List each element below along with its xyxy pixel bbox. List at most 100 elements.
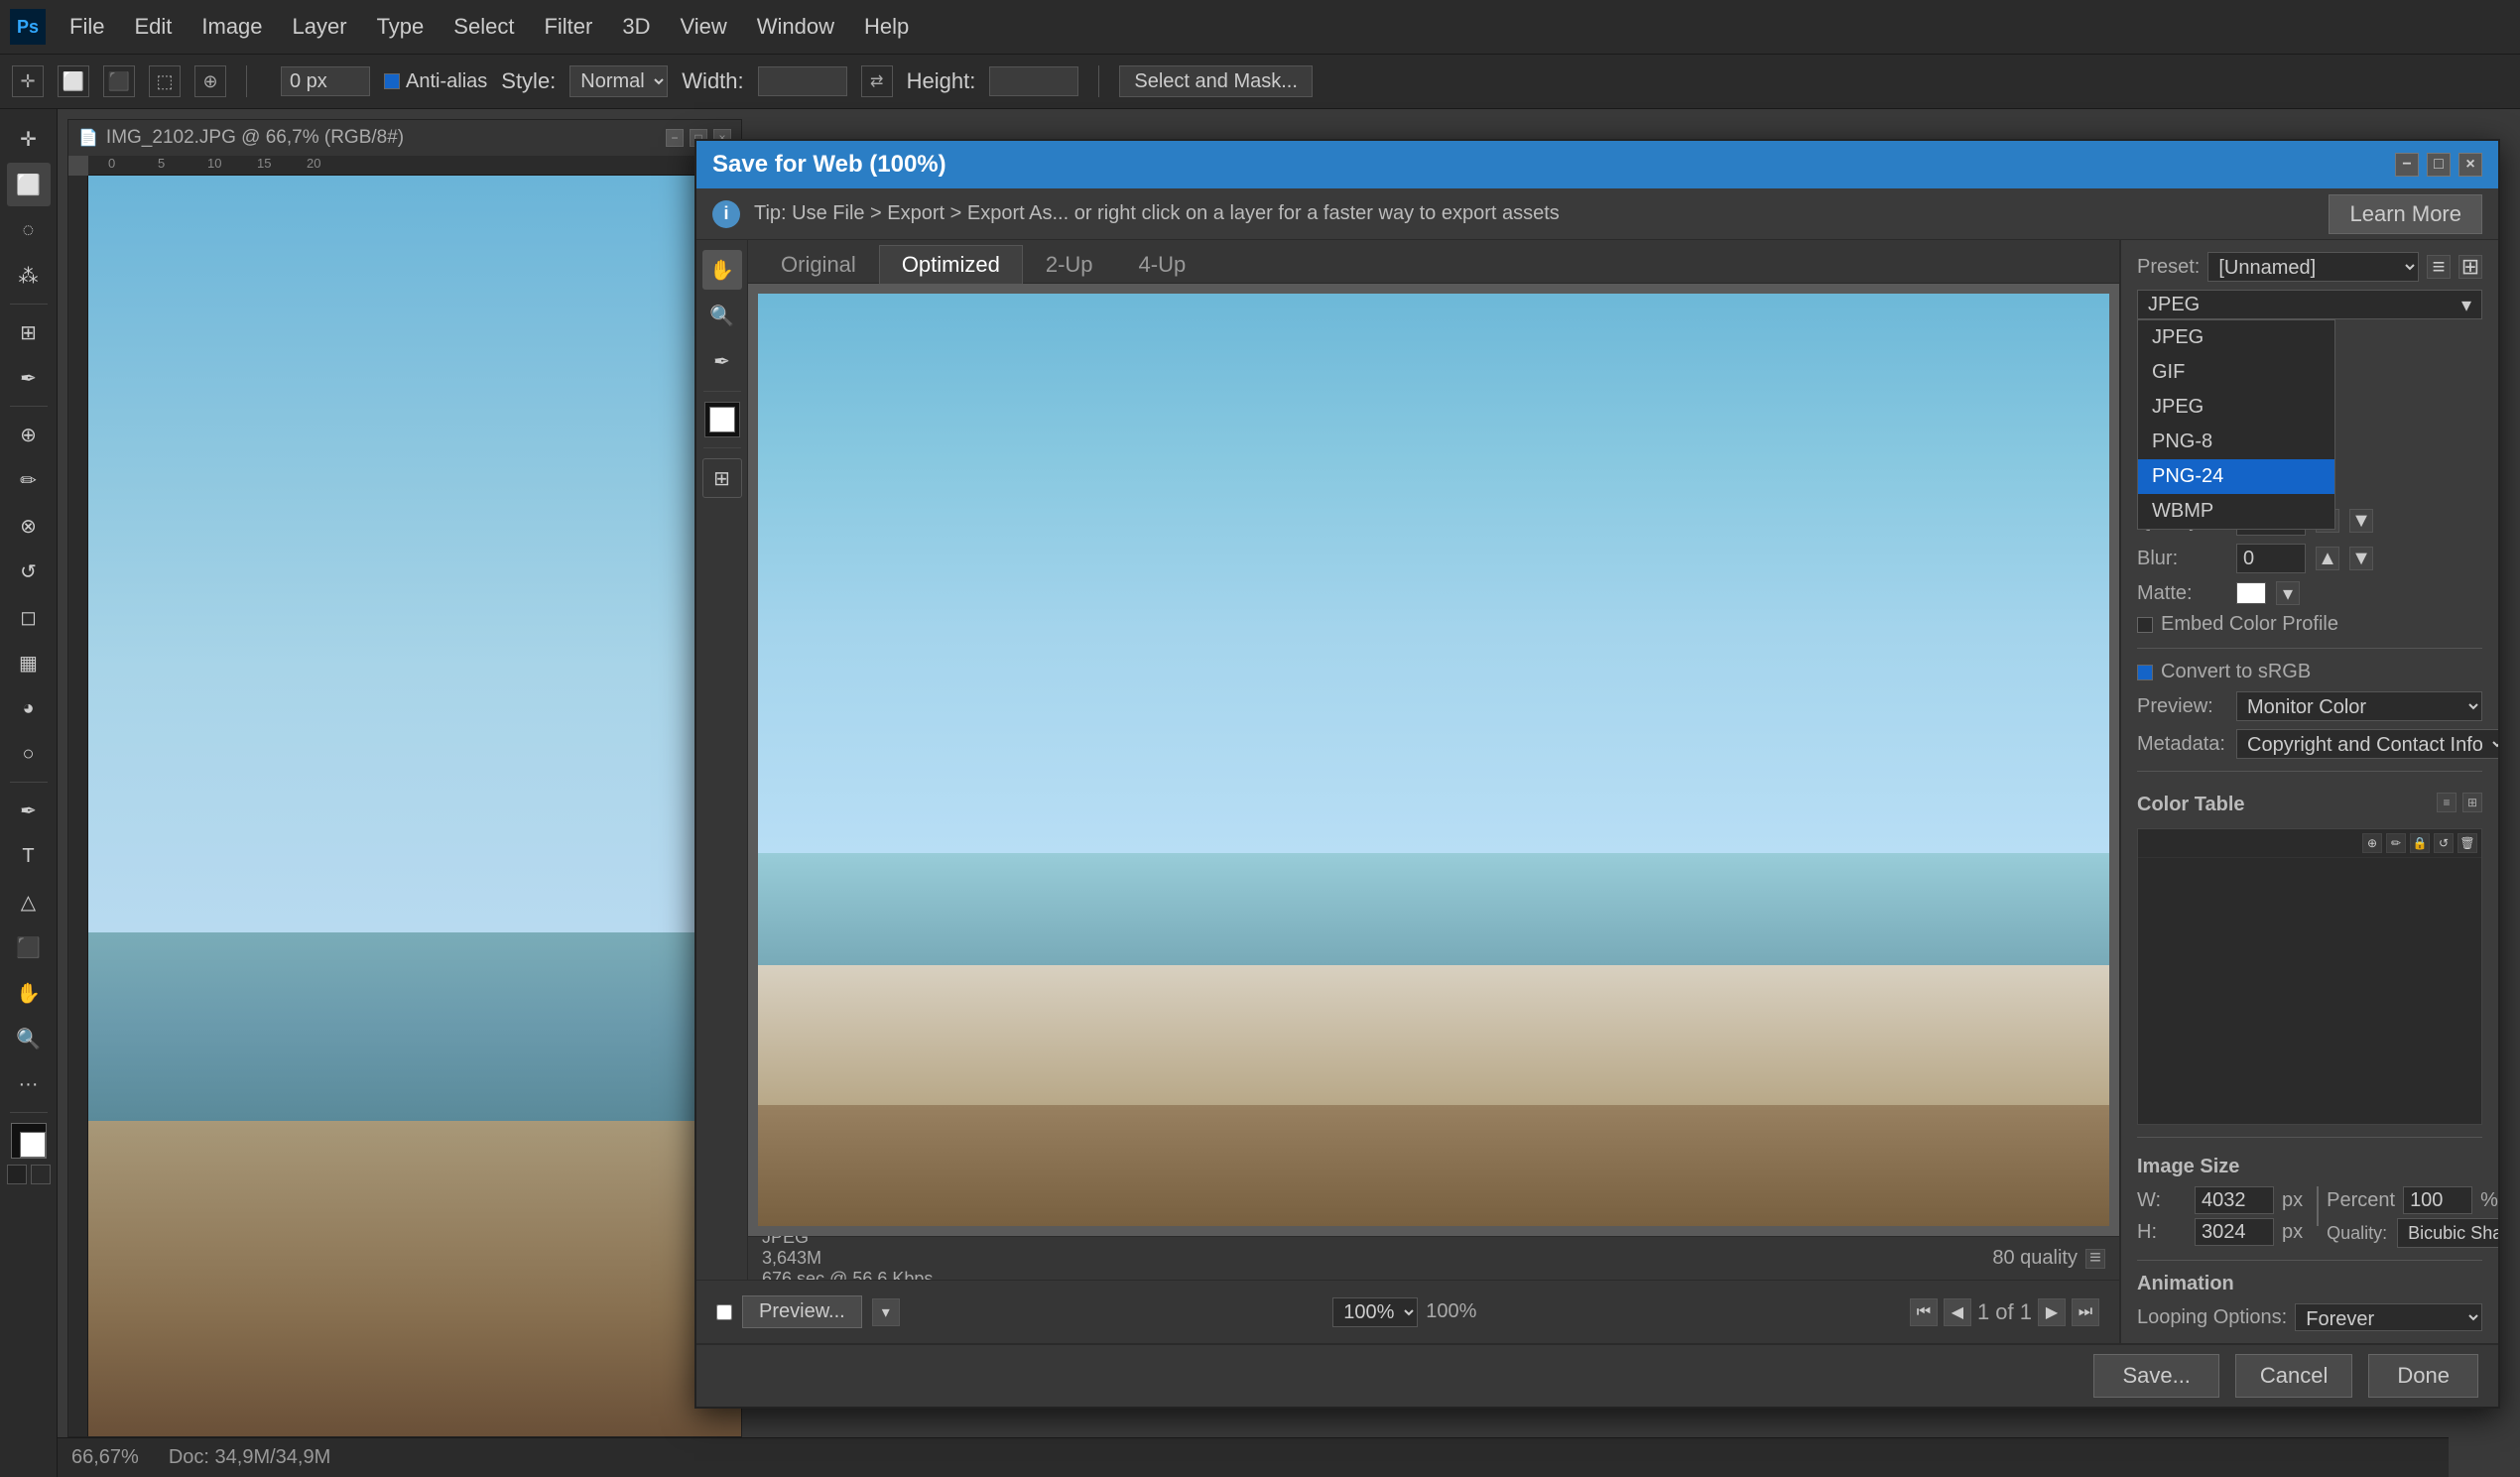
ct-btn4[interactable]: ↺ (2434, 833, 2454, 853)
tool-pen[interactable]: ✒ (7, 789, 51, 832)
format-option-png24[interactable]: PNG-24 (2138, 459, 2334, 494)
info-menu-btn[interactable]: ≡ (2085, 1249, 2105, 1269)
quality-stepper-down[interactable]: ▼ (2349, 509, 2373, 533)
metadata-select[interactable]: Copyright and Contact Info (2236, 729, 2498, 759)
color-table-options-btn[interactable]: ⊞ (2462, 793, 2482, 812)
standard-mode-btn[interactable] (31, 1165, 51, 1184)
embed-profile-checkbox[interactable] (2137, 617, 2153, 633)
tool-marquee[interactable]: ⬜ (7, 163, 51, 206)
height-size-input[interactable] (2195, 1218, 2274, 1246)
prev-page-btn[interactable]: ◀ (1944, 1298, 1971, 1326)
save-button[interactable]: Save... (2093, 1354, 2218, 1398)
menu-window[interactable]: Window (743, 10, 848, 44)
doc-minimize[interactable]: − (666, 129, 684, 147)
tool-gradient[interactable]: ▦ (7, 641, 51, 684)
tool-move[interactable]: ✛ (7, 117, 51, 161)
preview-toggle-check[interactable] (716, 1304, 732, 1320)
tool-shape[interactable]: ⬛ (7, 925, 51, 969)
foreground-color[interactable] (11, 1123, 47, 1159)
cancel-button[interactable]: Cancel (2235, 1354, 2352, 1398)
sfw-tool-zoom[interactable]: 🔍 (702, 296, 742, 335)
ct-btn5[interactable]: 🗑 (2457, 833, 2477, 853)
zoom-select[interactable]: 100% (1332, 1297, 1418, 1327)
tool-hand[interactable]: ✋ (7, 971, 51, 1015)
quality-interp-select[interactable]: Bicubic Sharper (2397, 1218, 2498, 1248)
next-page-btn[interactable]: ▶ (2038, 1298, 2066, 1326)
tool-eyedropper[interactable]: ✒ (7, 356, 51, 400)
format-option-gif[interactable]: GIF (2138, 355, 2334, 390)
preset-options-btn[interactable]: ⊞ (2458, 255, 2482, 279)
last-page-btn[interactable]: ⏭ (2072, 1298, 2099, 1326)
color-table-menu-btn[interactable]: ≡ (2437, 793, 2457, 812)
format-select-btn[interactable]: JPEG ▾ (2137, 290, 2482, 319)
blur-input[interactable] (2236, 544, 2306, 573)
sfw-color-swatch[interactable] (704, 402, 740, 437)
matte-dropdown[interactable]: ▾ (2276, 581, 2300, 605)
blur-stepper-up[interactable]: ▲ (2316, 547, 2339, 570)
menu-select[interactable]: Select (440, 10, 528, 44)
convert-srgb-checkbox[interactable] (2137, 665, 2153, 680)
menu-image[interactable]: Image (188, 10, 276, 44)
tool-history[interactable]: ↺ (7, 550, 51, 593)
blur-stepper-down[interactable]: ▼ (2349, 547, 2373, 570)
antialias-checkbox[interactable] (384, 73, 400, 89)
tool-more[interactable]: ··· (7, 1062, 51, 1106)
tool-zoom[interactable]: 🔍 (7, 1017, 51, 1060)
ct-btn2[interactable]: ✏ (2386, 833, 2406, 853)
menu-layer[interactable]: Layer (279, 10, 361, 44)
matte-swatch[interactable] (2236, 582, 2266, 604)
sfw-minimize[interactable]: − (2395, 153, 2419, 177)
format-option-png8[interactable]: PNG-8 (2138, 425, 2334, 459)
ct-btn3[interactable]: 🔒 (2410, 833, 2430, 853)
tool-marquee-icon[interactable]: ⬜ (58, 65, 89, 97)
sfw-tool-hand[interactable]: ✋ (702, 250, 742, 290)
menu-filter[interactable]: Filter (530, 10, 606, 44)
tab-optimized[interactable]: Optimized (879, 245, 1023, 284)
swap-icon[interactable]: ⇄ (861, 65, 893, 97)
tool-crop[interactable]: ⊞ (7, 310, 51, 354)
done-button[interactable]: Done (2368, 1354, 2478, 1398)
menu-3d[interactable]: 3D (608, 10, 664, 44)
first-page-btn[interactable]: ⏮ (1910, 1298, 1938, 1326)
menu-file[interactable]: File (56, 10, 118, 44)
chain-proportional-icon[interactable] (2317, 1186, 2319, 1226)
percent-input[interactable] (2403, 1186, 2472, 1214)
quick-mask-btn[interactable] (7, 1165, 27, 1184)
preset-menu-btn[interactable]: ≡ (2427, 255, 2451, 279)
menu-edit[interactable]: Edit (120, 10, 186, 44)
select-mask-button[interactable]: Select and Mask... (1119, 65, 1313, 97)
height-input[interactable] (989, 66, 1078, 96)
width-size-input[interactable] (2195, 1186, 2274, 1214)
menu-type[interactable]: Type (363, 10, 439, 44)
tool-eraser[interactable]: ◻ (7, 595, 51, 639)
tool-dodge[interactable]: ○ (7, 732, 51, 776)
tab-original[interactable]: Original (758, 245, 879, 284)
tool-magic-wand[interactable]: ⁂ (7, 254, 51, 298)
tool-healing[interactable]: ⊕ (7, 413, 51, 456)
preview-button[interactable]: Preview... (742, 1295, 862, 1328)
ct-btn1[interactable]: ⊕ (2362, 833, 2382, 853)
tool-marquee2-icon[interactable]: ⬛ (103, 65, 135, 97)
sfw-canvas[interactable] (748, 284, 2119, 1236)
feather-input[interactable] (281, 66, 370, 96)
looping-select[interactable]: Forever (2295, 1303, 2482, 1331)
sfw-tool-preview-toggle[interactable]: ⊞ (702, 458, 742, 498)
tool-text[interactable]: T (7, 834, 51, 878)
preview-select[interactable]: Monitor Color (2236, 691, 2482, 721)
tab-2up[interactable]: 2-Up (1023, 245, 1116, 284)
tool-clone[interactable]: ⊗ (7, 504, 51, 548)
format-option-wbmp[interactable]: WBMP (2138, 494, 2334, 529)
menu-help[interactable]: Help (850, 10, 923, 44)
tool-brush[interactable]: ✏ (7, 458, 51, 502)
sfw-maximize[interactable]: □ (2427, 153, 2451, 177)
sfw-close[interactable]: × (2458, 153, 2482, 177)
style-select[interactable]: Normal (569, 65, 668, 97)
learn-more-button[interactable]: Learn More (2329, 194, 2482, 234)
tool-marquee4-icon[interactable]: ⊕ (194, 65, 226, 97)
preset-select[interactable]: [Unnamed] (2207, 252, 2419, 282)
antialias-check[interactable]: Anti-alias (384, 70, 487, 93)
format-option-jpeg2[interactable]: JPEG (2138, 390, 2334, 425)
background-color[interactable] (20, 1132, 46, 1158)
menu-view[interactable]: View (666, 10, 740, 44)
tool-marquee3-icon[interactable]: ⬚ (149, 65, 181, 97)
